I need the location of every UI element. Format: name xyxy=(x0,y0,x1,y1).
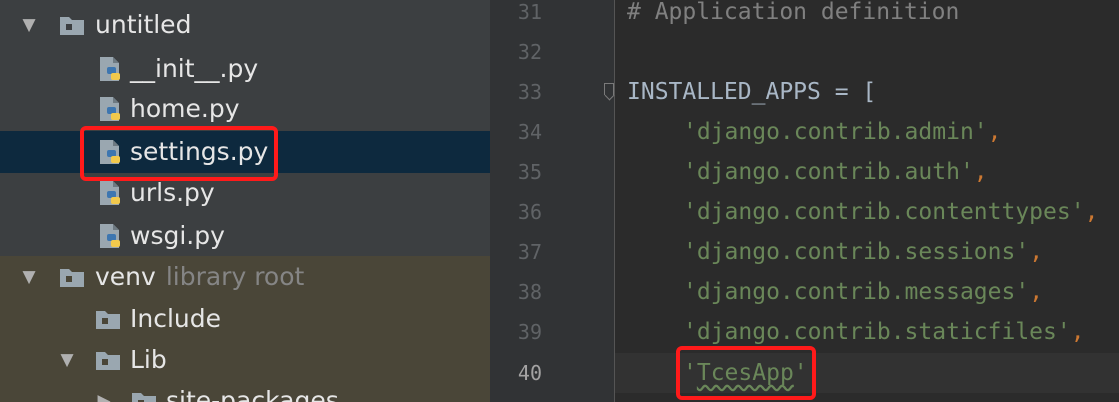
tree-item-label: site-packages xyxy=(166,386,339,402)
python-file-icon xyxy=(100,97,120,121)
folder-icon xyxy=(96,352,120,370)
tree-item-label: venv xyxy=(95,262,156,291)
tree-item-include[interactable]: Include xyxy=(0,298,490,340)
folder-icon xyxy=(96,311,120,329)
code-app-entry: 'django.contrib.contenttypes', xyxy=(683,192,1098,232)
collapse-arrow-icon[interactable]: ▶ xyxy=(93,380,115,402)
python-file-icon xyxy=(100,140,120,164)
tree-item-site-packages[interactable]: ▶ site-packages xyxy=(0,380,490,402)
tree-item-label: urls.py xyxy=(130,178,215,207)
app-string: 'django.contrib.auth' xyxy=(683,159,974,185)
code-comment: # Application definition xyxy=(627,0,960,25)
fold-marker-icon[interactable] xyxy=(604,83,614,95)
tree-item-label: __init__.py xyxy=(130,54,259,83)
comma: , xyxy=(1070,319,1085,345)
new-app-name: TcesApp xyxy=(696,360,794,386)
line-number: 34 xyxy=(517,120,542,144)
tree-item-label: Lib xyxy=(130,345,167,374)
line-number: 39 xyxy=(517,320,542,344)
tree-item-label: Include xyxy=(130,304,222,333)
editor-gutter: 31 32 33 34 35 36 37 38 39 40 xyxy=(490,0,615,402)
python-file-icon xyxy=(100,224,120,248)
folder-icon xyxy=(60,17,84,35)
tree-item-untitled[interactable]: ▼ untitled xyxy=(0,4,490,46)
tree-item-home-py[interactable]: home.py xyxy=(0,88,490,130)
expand-arrow-icon[interactable]: ▼ xyxy=(56,339,78,381)
line-number: 32 xyxy=(517,40,542,64)
tree-item-venv[interactable]: ▼ venv library root xyxy=(0,256,490,298)
tree-item-label-group: venv library root xyxy=(95,256,304,298)
library-root-hint: library root xyxy=(165,262,305,291)
line-number: 36 xyxy=(517,200,542,224)
line-number: 38 xyxy=(517,280,542,304)
tree-item-label: settings.py xyxy=(130,137,269,166)
app-string: 'django.contrib.contenttypes' xyxy=(683,199,1085,225)
comma: , xyxy=(973,159,988,185)
code-app-entry-new[interactable]: 'TcesApp' xyxy=(683,353,808,393)
project-tree-panel: ▼ untitled __init__.py home.py settings.… xyxy=(0,0,490,402)
folder-icon xyxy=(132,393,156,402)
comma: , xyxy=(1029,239,1044,265)
tree-item-init-py[interactable]: __init__.py xyxy=(0,48,490,90)
app-string: 'django.contrib.messages' xyxy=(683,279,1030,305)
code-app-entry: 'django.contrib.auth', xyxy=(683,152,988,192)
comma: , xyxy=(1029,279,1044,305)
code-installed-apps: INSTALLED_APPS = [ xyxy=(627,79,877,105)
code-app-entry: 'django.contrib.messages', xyxy=(683,272,1043,312)
tree-item-label: wsgi.py xyxy=(130,221,225,250)
app-string: 'django.contrib.staticfiles' xyxy=(683,319,1071,345)
folder-icon xyxy=(60,269,84,287)
tree-item-wsgi-py[interactable]: wsgi.py xyxy=(0,215,490,257)
tree-item-label: home.py xyxy=(130,94,240,123)
line-number: 31 xyxy=(517,0,542,24)
tree-item-label: untitled xyxy=(95,10,192,39)
tree-item-urls-py[interactable]: urls.py xyxy=(0,172,490,214)
code-app-entry: 'django.contrib.sessions', xyxy=(683,232,1043,272)
expand-arrow-icon[interactable]: ▼ xyxy=(18,256,40,298)
python-file-icon xyxy=(100,57,120,81)
tree-item-lib[interactable]: ▼ Lib xyxy=(0,339,490,381)
comma: , xyxy=(987,119,1002,145)
expand-arrow-icon[interactable]: ▼ xyxy=(18,4,40,46)
app-string: 'django.contrib.sessions' xyxy=(683,239,1030,265)
line-number-current: 40 xyxy=(517,361,542,385)
line-number: 35 xyxy=(517,160,542,184)
comma: , xyxy=(1084,199,1099,225)
quote-close: ' xyxy=(793,360,808,386)
code-app-entry: 'django.contrib.admin', xyxy=(683,112,1002,152)
code-app-entry: 'django.contrib.staticfiles', xyxy=(683,312,1085,352)
quote-open: ' xyxy=(683,360,697,386)
line-number: 37 xyxy=(517,240,542,264)
python-file-icon xyxy=(100,181,120,205)
line-number: 33 xyxy=(517,80,542,104)
tree-item-settings-py[interactable]: settings.py xyxy=(0,131,490,173)
app-string: 'django.contrib.admin' xyxy=(683,119,988,145)
